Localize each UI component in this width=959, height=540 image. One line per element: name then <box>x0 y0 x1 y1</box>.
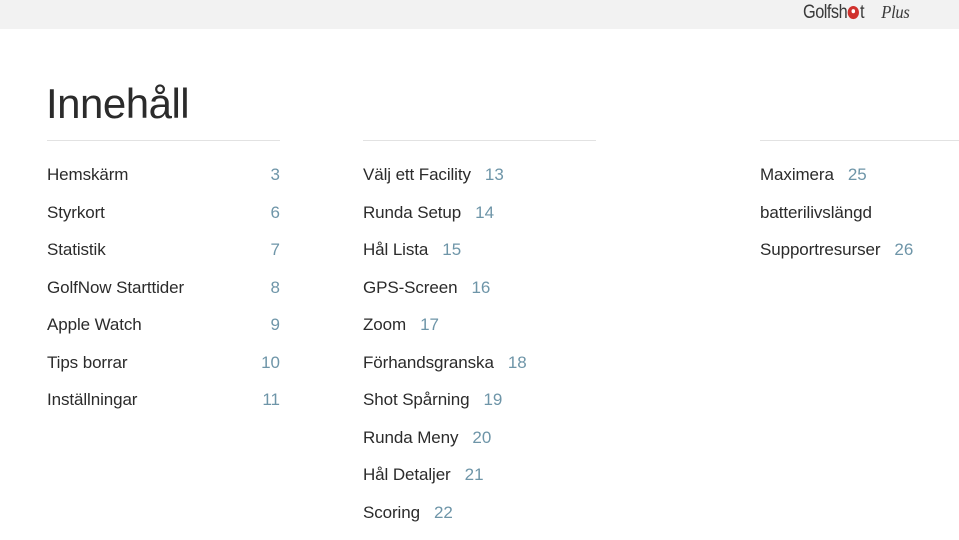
toc-column-3: Maximera 25 batterilivslängd Supportresurse… <box>83 140 959 540</box>
header-band: Golfsh t Plus <box>0 0 959 29</box>
column-divider <box>760 140 959 141</box>
toc-entry-page-number: 26 <box>894 240 914 259</box>
table-of-contents: Hemskärm 3 Styrkort 6 Statistik 7 GolfNow Star… <box>0 140 959 540</box>
toc-entry-page-number: 25 <box>847 165 867 184</box>
toc-entry-label: Supportresurser <box>760 240 881 259</box>
brand-text-golf: Golf <box>803 2 832 23</box>
brand-text-t: t <box>860 2 865 23</box>
page-title: Innehåll <box>46 80 190 128</box>
toc-entry-label: Maximera <box>760 165 834 184</box>
brand-wordmark: Golfsh t <box>803 2 865 24</box>
toc-entry-label: batterilivslängd <box>760 202 872 222</box>
golf-ball-pin-icon <box>847 5 860 20</box>
brand-plus-label: Plus <box>881 2 910 22</box>
brand-logo: Golfsh t Plus <box>803 2 911 24</box>
brand-text-sh: sh <box>831 2 848 23</box>
